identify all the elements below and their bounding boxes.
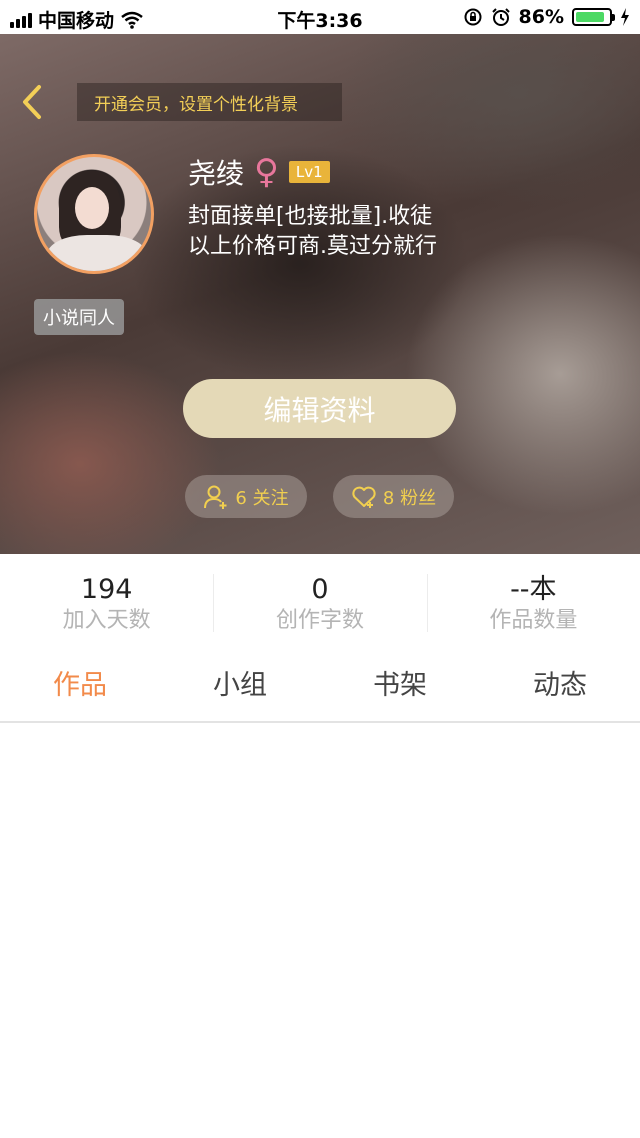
tab-activity[interactable]: 动态 bbox=[480, 655, 640, 721]
stat-label: 创作字数 bbox=[275, 608, 364, 633]
profile-tabs: 作品 小组 书架 动态 bbox=[0, 655, 640, 723]
fans-button[interactable]: 8 粉丝 bbox=[333, 475, 454, 518]
avatar[interactable] bbox=[34, 154, 154, 274]
stat-label: 作品数量 bbox=[489, 608, 578, 633]
add-user-icon bbox=[204, 485, 227, 509]
user-bio: 封面接单[也接批量].收徒 以上价格可商.莫过分就行 bbox=[188, 202, 437, 262]
stat-join-days: 194 加入天数 bbox=[0, 554, 213, 650]
stat-works-count: --本 作品数量 bbox=[426, 554, 640, 650]
profile-header: 开通会员，设置个性化背景 尧绫 ♀ Lv1 封面接单[也接批量].收徒 以上价格… bbox=[0, 34, 640, 554]
female-gender-icon: ♀ bbox=[254, 152, 279, 192]
charging-icon bbox=[621, 8, 629, 26]
back-button[interactable] bbox=[14, 82, 50, 122]
username: 尧绫 bbox=[188, 157, 245, 190]
bio-line: 以上价格可商.莫过分就行 bbox=[188, 234, 437, 259]
heart-icon bbox=[352, 486, 376, 508]
stat-label: 加入天数 bbox=[62, 608, 151, 633]
back-chevron-icon bbox=[23, 85, 41, 119]
tab-content-area bbox=[0, 725, 640, 1138]
edit-profile-button[interactable]: 编辑资料 bbox=[183, 379, 456, 438]
battery-percent: 86% bbox=[518, 6, 564, 28]
status-bar: 中国移动 下午3:36 86% bbox=[0, 0, 640, 34]
lock-rotation-icon bbox=[464, 8, 482, 26]
alarm-icon bbox=[491, 8, 510, 26]
stat-value: 0 bbox=[311, 574, 329, 605]
following-count: 6 关注 bbox=[235, 487, 289, 509]
category-tag: 小说同人 bbox=[34, 299, 124, 335]
following-button[interactable]: 6 关注 bbox=[185, 475, 307, 518]
tab-groups[interactable]: 小组 bbox=[160, 655, 320, 721]
stats-row: 194 加入天数 0 创作字数 --本 作品数量 bbox=[0, 554, 640, 650]
stat-value: --本 bbox=[510, 574, 557, 605]
tab-bookshelf[interactable]: 书架 bbox=[320, 655, 480, 721]
stat-value: 194 bbox=[80, 574, 133, 605]
user-name-row: 尧绫 ♀ Lv1 bbox=[188, 152, 330, 192]
fans-count: 8 粉丝 bbox=[382, 487, 437, 509]
tab-works[interactable]: 作品 bbox=[0, 655, 160, 721]
bio-line: 封面接单[也接批量].收徒 bbox=[188, 204, 433, 229]
stat-word-count: 0 创作字数 bbox=[213, 554, 426, 650]
battery-icon bbox=[572, 8, 615, 26]
level-badge: Lv1 bbox=[288, 161, 330, 183]
vip-background-banner[interactable]: 开通会员，设置个性化背景 bbox=[77, 83, 342, 121]
